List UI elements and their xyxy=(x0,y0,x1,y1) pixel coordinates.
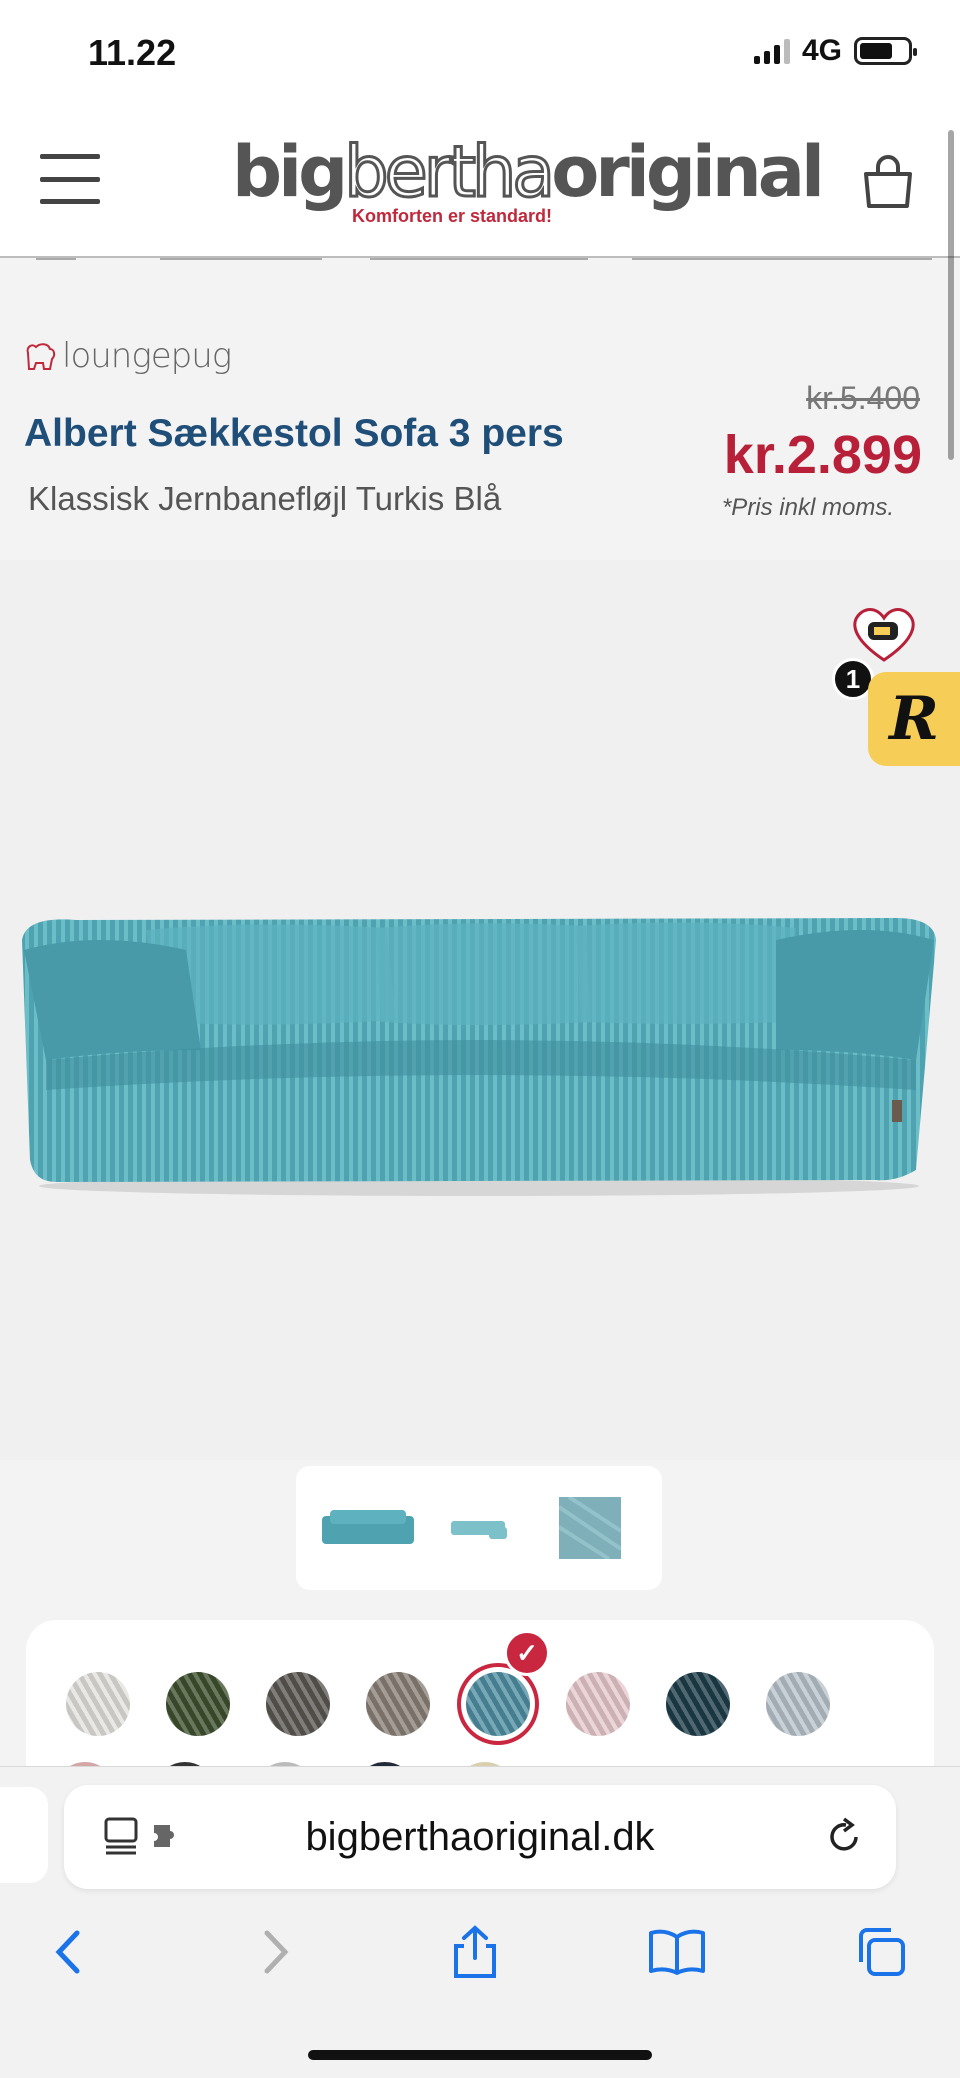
brand-logo[interactable]: loungepug xyxy=(24,336,232,376)
product-image-sofa[interactable] xyxy=(16,910,942,1200)
browser-nav-row xyxy=(0,1917,960,1997)
product-title: Albert Sækkestol Sofa 3 pers xyxy=(24,412,564,455)
shopping-bag-icon[interactable] xyxy=(860,154,916,210)
original-price: kr.5.400 xyxy=(806,380,920,416)
selected-check-icon: ✓ xyxy=(504,1630,550,1676)
rewards-button[interactable]: R xyxy=(868,672,960,766)
product-subtitle: Klassisk Jernbanefløjl Turkis Blå xyxy=(28,480,502,517)
color-swatch[interactable] xyxy=(666,1672,730,1736)
home-indicator[interactable] xyxy=(308,2050,652,2060)
color-swatch[interactable] xyxy=(166,1672,230,1736)
tabs-icon xyxy=(859,1928,905,1976)
chevron-left-icon xyxy=(55,1930,80,1974)
pug-icon xyxy=(26,343,56,370)
thumbnail-fabric[interactable] xyxy=(542,1496,638,1560)
color-swatch[interactable] xyxy=(366,1672,430,1736)
logo-tagline: Komforten er standard! xyxy=(352,206,553,226)
back-button[interactable] xyxy=(34,1917,104,1987)
color-swatch[interactable] xyxy=(466,1672,530,1736)
site-header: bigberthaoriginal Komforten er standard! xyxy=(0,110,960,258)
status-time: 11.22 xyxy=(88,32,177,73)
url-text[interactable]: bigberthaoriginal.dk xyxy=(64,1815,896,1860)
thumbnail-side[interactable] xyxy=(431,1496,527,1560)
rewards-widget[interactable]: 1 R xyxy=(820,600,960,770)
color-swatch[interactable] xyxy=(266,1672,330,1736)
chevron-right-icon xyxy=(264,1930,289,1974)
bookmarks-button[interactable] xyxy=(642,1917,712,1987)
tabs-button[interactable] xyxy=(846,1917,916,1987)
color-swatch[interactable] xyxy=(566,1672,630,1736)
thumbnail-strip xyxy=(296,1466,662,1590)
thumbnail-front[interactable] xyxy=(320,1496,416,1560)
status-indicators: 4G xyxy=(753,34,917,68)
share-icon xyxy=(454,1925,496,1978)
battery-icon xyxy=(854,37,917,65)
previous-tab-peek[interactable] xyxy=(0,1787,48,1883)
color-selector: ✓ xyxy=(26,1620,934,1780)
status-bar: 11.22 4G xyxy=(0,0,960,110)
network-label: 4G xyxy=(801,34,842,67)
browser-toolbar: bigberthaoriginal.dk xyxy=(0,1766,960,2078)
address-bar[interactable]: bigberthaoriginal.dk xyxy=(64,1785,896,1889)
menu-icon[interactable] xyxy=(40,154,100,204)
reload-icon[interactable] xyxy=(822,1815,866,1859)
book-icon xyxy=(649,1929,705,1975)
page-scrollbar[interactable] xyxy=(948,130,954,460)
sale-price: kr.2.899 xyxy=(723,425,922,485)
color-swatch[interactable] xyxy=(66,1672,130,1736)
signal-icon xyxy=(753,38,790,64)
category-strip xyxy=(0,258,960,262)
site-logo[interactable]: bigberthaoriginal Komforten er standard! xyxy=(232,133,825,234)
forward-button[interactable] xyxy=(240,1917,310,1987)
color-swatch[interactable] xyxy=(766,1672,830,1736)
brand-name: loungepug xyxy=(62,336,232,376)
product-image-area[interactable] xyxy=(0,560,960,1460)
share-button[interactable] xyxy=(440,1917,510,1987)
price-note: *Pris inkl moms. xyxy=(721,494,894,521)
